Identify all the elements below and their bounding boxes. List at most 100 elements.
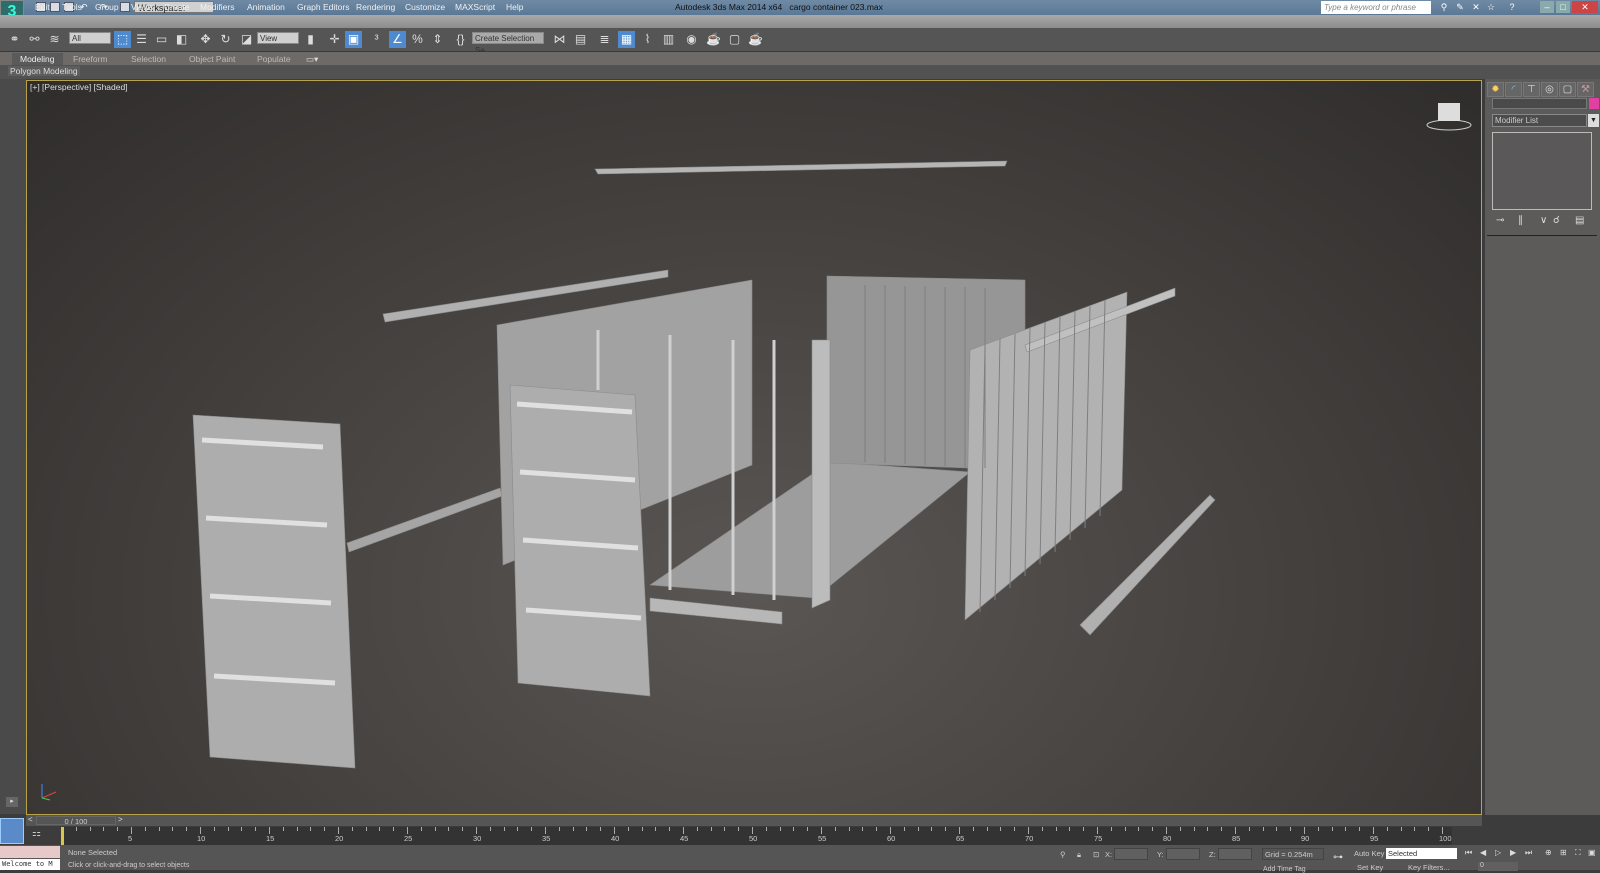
tick-mark (144, 827, 146, 831)
tick-mark (269, 827, 270, 834)
tick-mark (241, 827, 243, 831)
next-frame-button[interactable]: > (118, 815, 123, 824)
tick-label: 10 (197, 834, 206, 843)
tick-mark (1248, 827, 1250, 831)
tick-mark (986, 827, 988, 831)
tick-mark (186, 827, 188, 831)
tick-mark (393, 827, 395, 831)
tick-mark (765, 827, 767, 831)
tick-mark (793, 827, 795, 831)
show-end-result-icon[interactable]: ∥ (1518, 215, 1523, 226)
tick-mark (627, 827, 629, 831)
time-slider-track[interactable] (26, 815, 1482, 826)
auto-key-button[interactable]: Auto Key (1354, 849, 1384, 858)
tick-mark (1193, 827, 1195, 831)
tick-mark (1055, 827, 1057, 831)
z-coord-input[interactable] (1218, 848, 1252, 860)
configure-modifier-sets-icon[interactable]: ▤ (1575, 215, 1584, 226)
key-filters-button[interactable]: Key Filters... (1408, 863, 1450, 872)
tick-mark (131, 827, 132, 834)
x-coord-input[interactable] (1114, 848, 1148, 860)
absolute-mode-icon[interactable]: ⊡ (1093, 850, 1099, 859)
tick-mark (696, 827, 698, 831)
viewport-thumbnail-icon[interactable] (0, 818, 24, 844)
tick-mark (821, 827, 822, 834)
zoom-icon[interactable]: ⊕ (1545, 848, 1552, 857)
current-time-marker[interactable] (61, 827, 64, 845)
motion-tab-icon[interactable]: ◎ (1541, 82, 1558, 97)
tick-mark (959, 827, 960, 834)
tick-mark (655, 827, 657, 831)
tick-mark (517, 827, 519, 831)
next-frame-icon[interactable]: ▶ (1510, 848, 1516, 857)
create-tab-icon[interactable]: ✹ (1487, 82, 1504, 97)
zoom-all-icon[interactable]: ⊞ (1560, 848, 1567, 857)
tick-mark (75, 827, 77, 831)
previous-frame-icon[interactable]: ◀ (1480, 848, 1486, 857)
tick-mark (752, 827, 753, 834)
make-unique-icon[interactable]: ∨ (1540, 215, 1547, 226)
view-cube[interactable] (1426, 103, 1472, 131)
tick-mark (890, 827, 891, 834)
tick-mark (945, 827, 947, 831)
tick-label: 50 (749, 834, 758, 843)
modifier-stack[interactable] (1492, 132, 1592, 210)
time-slider[interactable]: 0 / 100 (36, 816, 116, 826)
curve-editor-toggle-icon[interactable]: ⚏ (32, 828, 46, 840)
z-label: Z: (1209, 850, 1216, 859)
tick-label: 25 (404, 834, 413, 843)
container-scene (41, 103, 1472, 801)
tick-mark (365, 827, 367, 831)
tick-mark (1373, 827, 1374, 834)
tick-label: 5 (128, 834, 133, 843)
tick-label: 85 (1232, 834, 1241, 843)
divider (1487, 235, 1597, 236)
utilities-tab-icon[interactable]: ⚒ (1577, 82, 1594, 97)
maxscript-output[interactable]: Welcome to M (0, 859, 60, 870)
object-name-input[interactable] (1492, 98, 1587, 109)
key-icon[interactable]: ⊶ (1333, 852, 1343, 863)
isolate-icon[interactable]: ⚲ (1060, 850, 1066, 859)
display-tab-icon[interactable]: ▢ (1559, 82, 1576, 97)
pin-stack-icon[interactable]: ⊸ (1496, 215, 1504, 226)
tick-mark (876, 827, 878, 831)
tick-label: 90 (1301, 834, 1310, 843)
tick-mark (1400, 827, 1402, 831)
tick-label: 15 (266, 834, 275, 843)
tick-mark (931, 827, 933, 831)
modify-tab-icon[interactable]: ◜ (1505, 82, 1522, 97)
tick-mark (1000, 827, 1002, 831)
tick-mark (586, 827, 588, 831)
chevron-down-icon[interactable]: ▼ (1588, 114, 1599, 127)
tick-mark (1097, 827, 1098, 834)
tick-mark (172, 827, 174, 831)
tick-mark (724, 827, 726, 831)
tick-mark (227, 827, 229, 831)
zoom-extents-icon[interactable]: ⛶ (1575, 848, 1581, 858)
tick-mark (738, 827, 740, 831)
prev-frame-button[interactable]: < (28, 815, 33, 824)
play-icon[interactable]: ▷ (1495, 848, 1501, 857)
tick-label: 55 (818, 834, 827, 843)
hierarchy-tab-icon[interactable]: ⊤ (1523, 82, 1540, 97)
tick-mark (1290, 827, 1292, 831)
go-to-start-icon[interactable]: ⏮ (1465, 848, 1472, 858)
key-mode-dropdown[interactable]: Selected (1386, 848, 1457, 859)
tick-mark (1262, 827, 1264, 831)
y-coord-input[interactable] (1166, 848, 1200, 860)
tick-mark (476, 827, 477, 834)
set-key-button[interactable]: Set Key (1357, 863, 1383, 872)
tick-mark (531, 827, 533, 831)
maxscript-listener[interactable] (0, 846, 60, 858)
remove-modifier-icon[interactable]: ☌ (1553, 215, 1560, 226)
lock-selection-icon[interactable]: 🔒︎ (1077, 850, 1081, 860)
tick-mark (1014, 827, 1016, 831)
tick-mark (89, 827, 91, 831)
tick-mark (1138, 827, 1140, 831)
object-color-swatch[interactable] (1589, 98, 1599, 109)
maximize-viewport-icon[interactable]: ▣ (1588, 848, 1596, 857)
tick-mark (572, 827, 574, 831)
go-to-end-icon[interactable]: ⏭ (1525, 848, 1532, 858)
tick-label: 70 (1025, 834, 1034, 843)
modifier-list-dropdown[interactable]: Modifier List (1492, 114, 1587, 127)
